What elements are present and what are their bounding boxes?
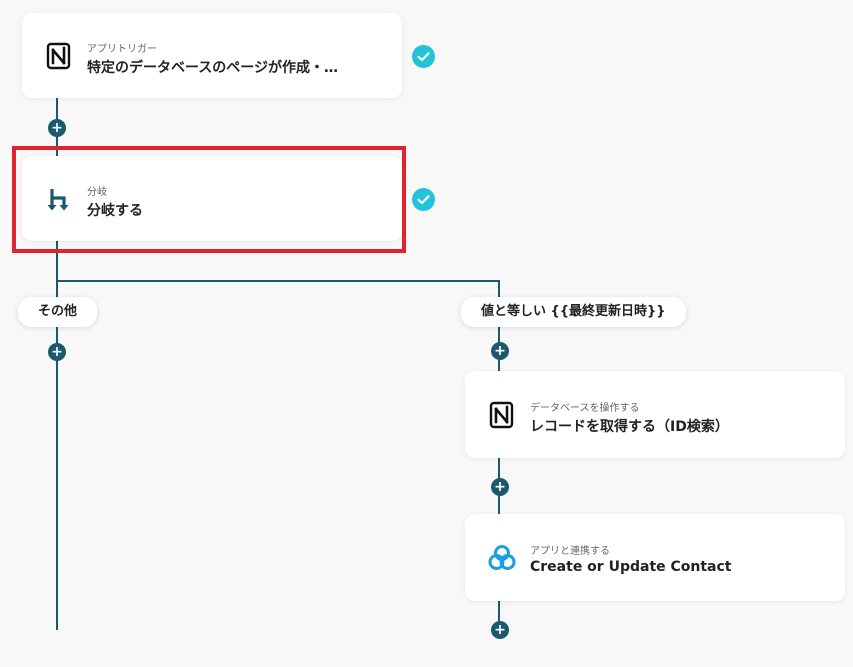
step-title: レコードを取得する（ID検索） [530, 419, 729, 435]
branch-label-other[interactable]: その他 [18, 297, 98, 327]
notion-icon [487, 400, 517, 430]
step-sublabel: アプリと連携する [530, 546, 610, 557]
step-sublabel: アプリトリガー [87, 44, 157, 55]
add-step-button[interactable]: + [491, 342, 509, 360]
add-step-button[interactable]: + [491, 478, 509, 496]
step-sublabel: データベースを操作する [530, 403, 640, 414]
step-title: Create or Update Contact [530, 559, 732, 575]
branch-label-condition[interactable]: 値と等しい {{最終更新日時}} [461, 297, 686, 327]
step-title: 特定のデータベースのページが作成・… [87, 60, 339, 76]
highlight-frame [12, 146, 406, 253]
connector-line [56, 280, 500, 282]
check-icon [412, 45, 435, 68]
add-step-button[interactable]: + [491, 621, 509, 639]
notion-step-card[interactable]: データベースを操作する レコードを取得する（ID検索） [465, 371, 845, 458]
app-link-icon [487, 543, 517, 573]
notion-icon [44, 41, 74, 71]
add-step-button[interactable]: + [48, 343, 66, 361]
add-step-button[interactable]: + [48, 119, 66, 137]
app-step-card[interactable]: アプリと連携する Create or Update Contact [465, 514, 845, 601]
check-icon [412, 188, 435, 211]
trigger-step-card[interactable]: アプリトリガー 特定のデータベースのページが作成・… [22, 13, 402, 98]
